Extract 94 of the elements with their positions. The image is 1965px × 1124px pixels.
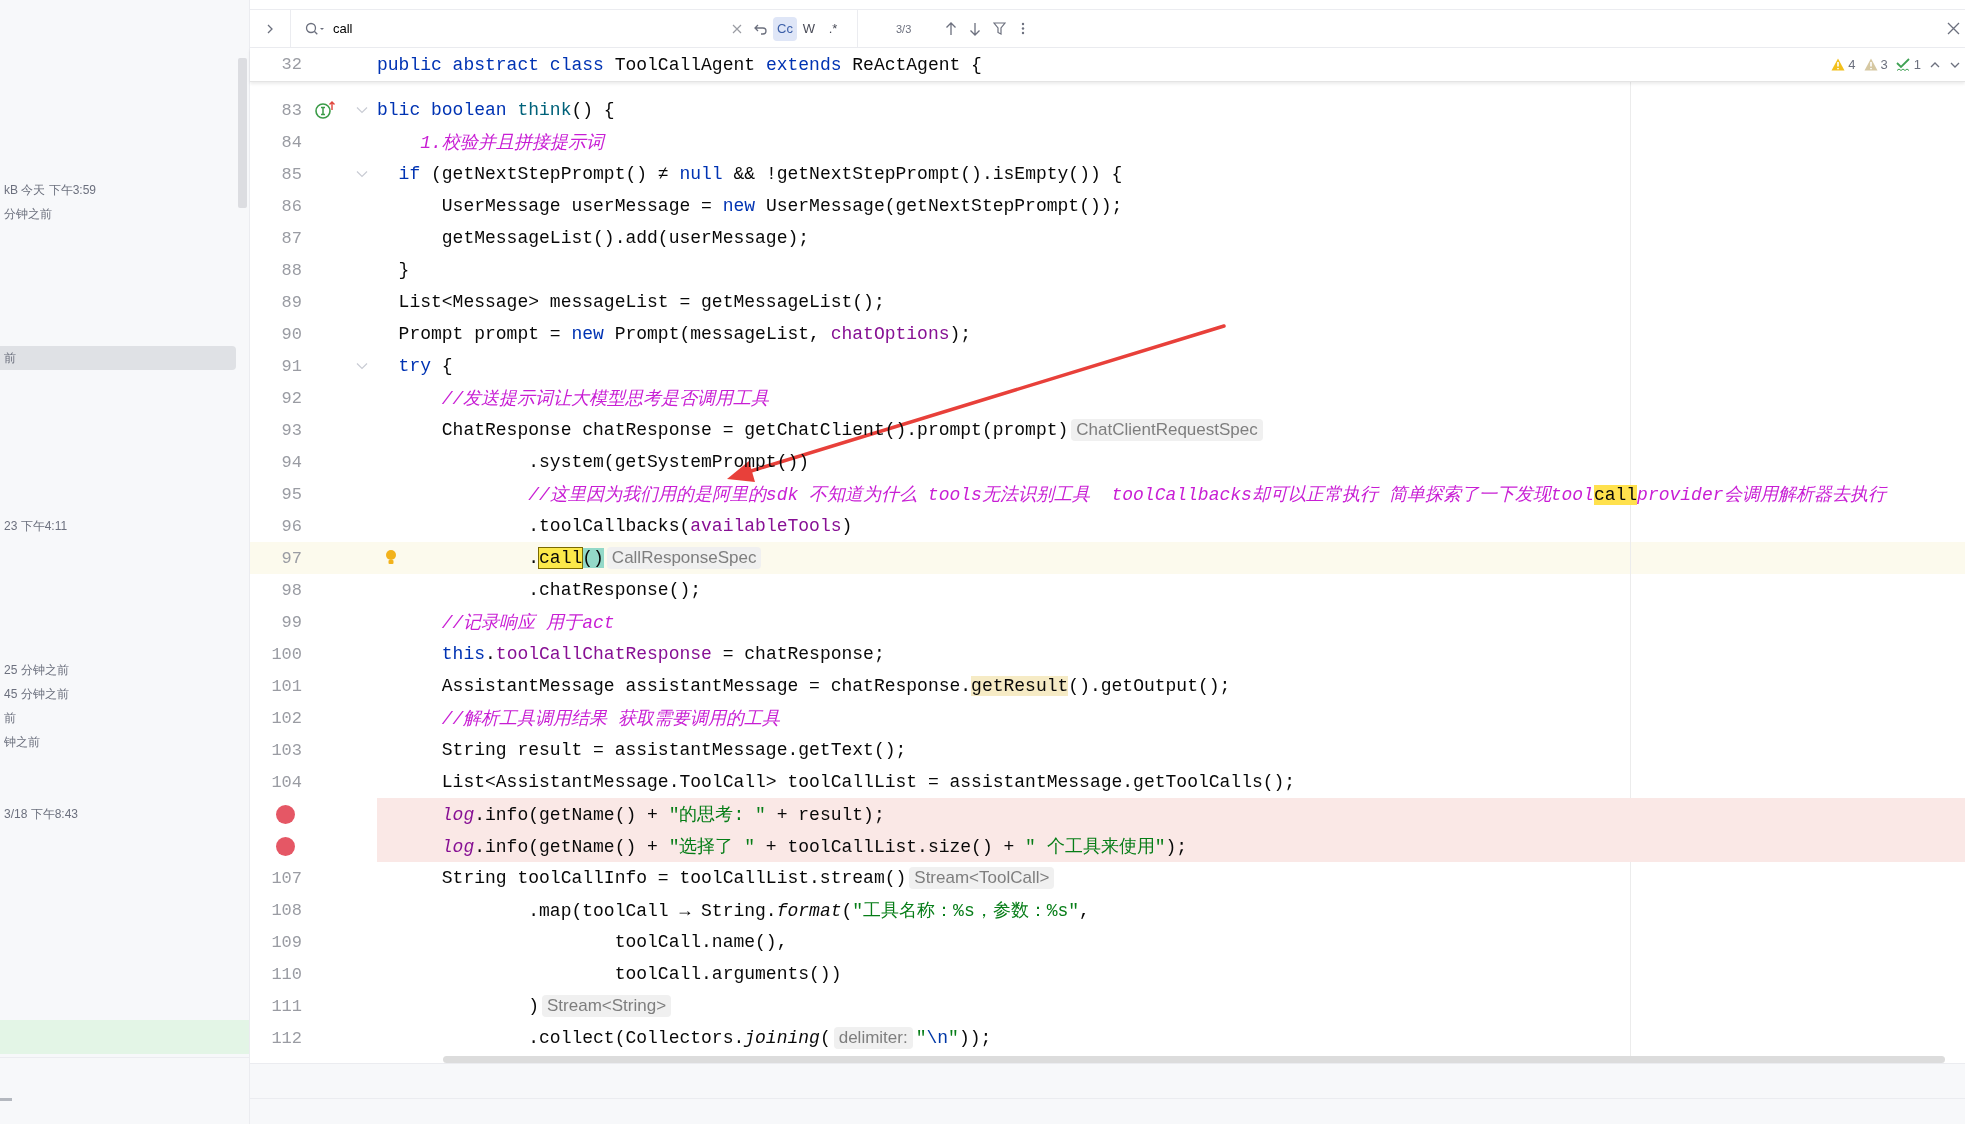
line-number: 83 (281, 100, 302, 120)
search-option-toggle[interactable]: Cc (773, 16, 797, 41)
code-text: toolCall.arguments()) (613, 964, 842, 984)
code-text: .map(toolCall → String.format("工具名称：%s，参数：%s", (527, 900, 1090, 922)
clear-icon[interactable] (732, 23, 742, 34)
match-count: 3/3 (896, 22, 912, 35)
code-text: Prompt prompt = new Prompt(messageList, chatOptions); (397, 324, 972, 344)
line-number: 84 (281, 132, 302, 152)
line-number: 107 (271, 868, 302, 888)
line-number: 108 (271, 900, 302, 920)
search-icon[interactable] (305, 21, 325, 36)
file-history-row[interactable]: 23 下午4:11 (0, 514, 249, 538)
line-number: 110 (271, 964, 302, 984)
arrow-up-icon[interactable] (945, 21, 958, 36)
line-number: 104 (271, 772, 302, 792)
line-number: 111 (271, 996, 302, 1016)
code-text: .toolCallbacks(availableTools) (527, 516, 853, 536)
line-number: 97 (281, 548, 302, 568)
code-text: //解析工具调用结果 获取需要调用的工具 (440, 708, 781, 730)
line-number: 94 (281, 452, 302, 472)
line-number: 102 (271, 708, 302, 728)
problem-count: 4 (1848, 57, 1856, 72)
line-number: 88 (281, 260, 302, 280)
code-text: getMessageList().add(userMessage); (440, 228, 810, 248)
file-history-row[interactable]: 钟之前 (0, 730, 249, 754)
breakpoint-icon[interactable] (276, 836, 295, 856)
line-number: 87 (281, 228, 302, 248)
code-text: String result = assistantMessage.getText(); (440, 740, 907, 760)
inlay-hint: delimiter: (833, 1027, 913, 1049)
line-number: 32 (280, 55, 302, 74)
line-number: 112 (271, 1028, 302, 1048)
code-text: } (397, 260, 410, 280)
code-text: //记录响应 用于act (440, 612, 615, 634)
code-text: toolCall.name(), (613, 932, 788, 952)
line-number: 101 (271, 676, 302, 696)
search-option-toggle[interactable]: .* (821, 16, 845, 41)
filter-icon[interactable] (992, 22, 1006, 35)
line-number: 89 (281, 292, 302, 312)
breakpoint-icon[interactable] (276, 804, 295, 824)
file-history-row[interactable]: 前 (0, 346, 236, 370)
line-number: 109 (271, 932, 302, 952)
search-field[interactable]: call (333, 21, 633, 36)
line-number: 90 (281, 324, 302, 344)
inlay-hint: CallResponseSpec (606, 547, 762, 569)
line-number: 98 (281, 580, 302, 600)
code-text: blic boolean think() { (377, 100, 615, 120)
search-option-toggle[interactable]: W (797, 16, 821, 41)
file-history-row[interactable]: 前 (0, 706, 249, 730)
arrow-down-icon[interactable] (969, 21, 982, 36)
line-number: 92 (281, 388, 302, 408)
line-number: 99 (281, 612, 302, 632)
code-text: "\n")); (915, 1028, 992, 1048)
file-history-row[interactable]: 25 分钟之前 (0, 658, 249, 682)
file-history-row[interactable]: 分钟之前 (0, 202, 249, 226)
check-icon[interactable] (1895, 57, 1911, 72)
chevron-right-icon[interactable] (265, 23, 275, 34)
scrollbar-thumb[interactable] (0, 1098, 12, 1101)
code-text: log.info(getName() + "的思考: " + result); (440, 804, 885, 826)
file-history-row[interactable]: 3/18 下午8:43 (0, 802, 249, 826)
inlay-hint: Stream<String> (542, 995, 672, 1017)
line-number: 85 (281, 164, 302, 184)
code-text: try { (397, 356, 453, 376)
inlay-hint: ChatClientRequestSpec (1071, 419, 1263, 441)
scrollbar-thumb[interactable] (238, 58, 247, 208)
code-text: .collect(Collectors.joining( (527, 1028, 831, 1048)
code-text: this.toolCallChatResponse = chatResponse; (440, 644, 885, 664)
code-text: String toolCallInfo = toolCallList.stream() (440, 868, 907, 888)
line-number: 91 (281, 356, 302, 376)
code-text: 1.校验并且拼接提示词 (419, 132, 604, 154)
code-text: AssistantMessage assistantMessage = chatResponse.getResult().getOutput(); (440, 676, 1231, 696)
code-text: log.info(getName() + "选择了 " + toolCallList.size() + " 个工具来使用"); (440, 836, 1188, 858)
problem-count: 1 (1913, 57, 1921, 72)
code-text: .chatResponse(); (527, 580, 702, 600)
close-icon[interactable] (1946, 22, 1960, 35)
code-text: public abstract class ToolCallAgent extends ReActAgent { (377, 54, 982, 75)
line-number: 103 (271, 740, 302, 760)
code-text: //发送提示词让大模型思考是否调用工具 (440, 388, 770, 410)
line-number: 93 (281, 420, 302, 440)
line-number: 100 (271, 644, 302, 664)
more-icon[interactable] (1021, 22, 1026, 35)
scrollbar-thumb[interactable] (443, 1056, 1945, 1063)
problem-count: 3 (1880, 57, 1888, 72)
implements-icon[interactable] (314, 100, 336, 120)
code-text: ) (527, 996, 540, 1016)
code-text: if (getNextStepPrompt() ≠ null && !getNextStepPrompt().isEmpty()) { (397, 164, 1123, 184)
inlay-hint: Stream<ToolCall> (909, 867, 1055, 889)
line-number: 95 (281, 484, 302, 504)
file-history-row[interactable]: kB 今天 下午3:59 (0, 178, 249, 202)
file-history-row[interactable]: 45 分钟之前 (0, 682, 249, 706)
line-number: 86 (281, 196, 302, 216)
line-number: 96 (281, 516, 302, 536)
code-text: List<AssistantMessage.ToolCall> toolCallList = assistantMessage.getToolCalls(); (440, 772, 1296, 792)
code-text: List<Message> messageList = getMessageList(); (397, 292, 885, 312)
code-text: UserMessage userMessage = new UserMessage(getNextStepPrompt()); (440, 196, 1123, 216)
